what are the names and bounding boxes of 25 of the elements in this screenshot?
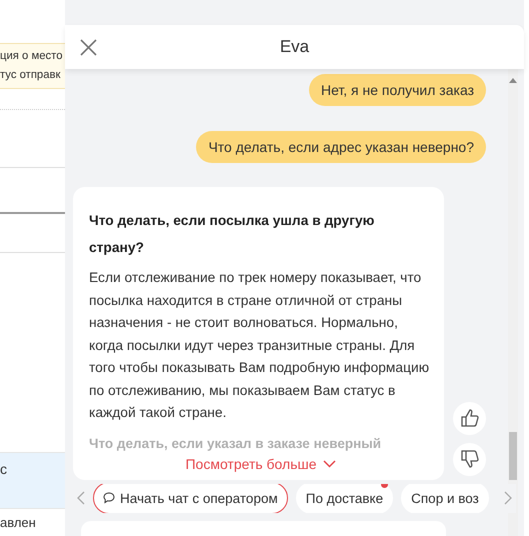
scrollbar-thumb[interactable]: [509, 432, 517, 480]
scroll-up-icon[interactable]: [509, 78, 517, 83]
thumbs-down-button[interactable]: [453, 442, 486, 476]
answer-text: Если отслеживание по трек номеру показывает, что посылка находится в стране отличной от страны назначения - не стоит волноваться. Нормально, когда посылки идут через транзитные страны. Для того чтобы показывать Вам подробную информацию по отслеживанию, мы показываем Вам статус в каждой такой стране.: [89, 269, 430, 422]
user-message: Нет, я не получил заказ: [308, 74, 486, 106]
scroll-right-icon[interactable]: [504, 491, 512, 506]
scroll-left-icon[interactable]: [77, 491, 85, 506]
close-icon[interactable]: [80, 38, 97, 56]
topic-chip[interactable]: По доставке: [296, 484, 394, 513]
thumbs-up-button[interactable]: [453, 402, 486, 434]
notice-text: ция о место: [0, 49, 64, 64]
user-message: Что делать, если адрес указан неверно?: [196, 131, 486, 163]
thumbs-down-icon: [460, 449, 480, 469]
chevron-down-icon: [322, 460, 336, 468]
operator-chat-button[interactable]: Начать чат с оператором: [93, 484, 288, 513]
thumbs-up-icon: [460, 408, 480, 428]
faded-text: Что делать, если указал в заказе неверный: [89, 434, 382, 452]
scrollbar[interactable]: [508, 69, 518, 536]
chat-bubble-icon: [103, 492, 115, 504]
topic-chip[interactable]: Спор и воз: [401, 484, 489, 513]
chat-title: Eva: [280, 37, 310, 56]
notice-text: тус отправк: [0, 68, 62, 83]
answer-title: Что делать, если посылка ушла в другую страну?: [89, 212, 376, 257]
show-more-link[interactable]: Посмотреть больше: [185, 456, 336, 472]
table-row[interactable]: с: [0, 452, 65, 508]
